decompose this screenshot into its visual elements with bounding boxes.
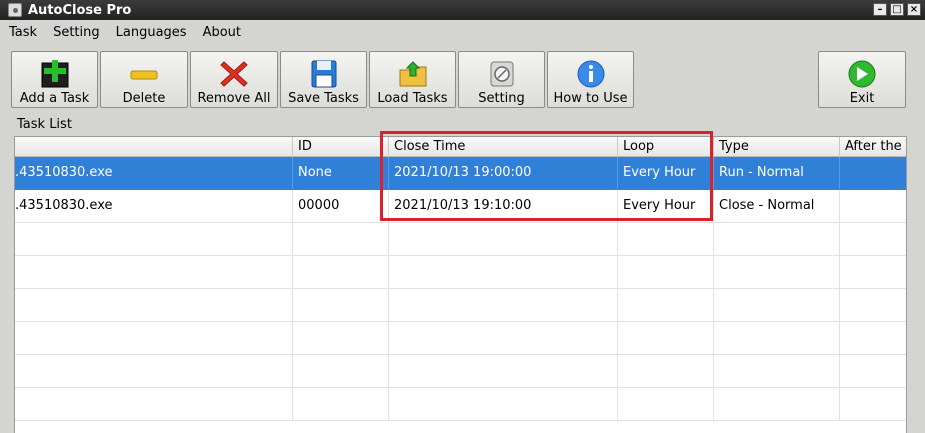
exit-label: Exit bbox=[849, 91, 875, 106]
column-header-loop[interactable]: Loop bbox=[618, 137, 714, 157]
menu-languages[interactable]: Languages bbox=[107, 25, 194, 40]
column-header-after[interactable]: After the T bbox=[840, 137, 906, 157]
menu-task[interactable]: Task bbox=[0, 25, 44, 40]
task-name-cell: .43510830.exe bbox=[15, 190, 293, 222]
add-task-button[interactable]: Add a Task bbox=[11, 51, 98, 108]
load-tasks-button[interactable]: Load Tasks bbox=[369, 51, 456, 108]
remove-all-icon bbox=[220, 61, 248, 87]
table-header: ID Close Time Loop Type After the T bbox=[15, 137, 906, 157]
maximize-icon[interactable]: □ bbox=[890, 3, 904, 16]
setting-button[interactable]: Setting bbox=[458, 51, 545, 108]
app-icon bbox=[8, 3, 22, 17]
close-time-cell: 2021/10/13 19:00:00 bbox=[389, 157, 618, 189]
column-header-id[interactable]: ID bbox=[293, 137, 389, 157]
type-cell: Run - Normal bbox=[714, 157, 840, 189]
empty-row bbox=[15, 289, 906, 322]
after-cell bbox=[840, 190, 906, 222]
task-list-label: Task List bbox=[17, 117, 72, 132]
window-controls: – □ × bbox=[873, 3, 921, 16]
how-to-use-label: How to Use bbox=[553, 91, 628, 106]
column-header-type[interactable]: Type bbox=[714, 137, 840, 157]
remove-all-button[interactable]: Remove All bbox=[190, 51, 278, 108]
menu-about[interactable]: About bbox=[194, 25, 248, 40]
toolbar: Add a Task Delete Remove All Save Tasks … bbox=[0, 50, 925, 112]
task-id-cell: None bbox=[293, 157, 389, 189]
load-tasks-label: Load Tasks bbox=[377, 91, 448, 106]
loop-cell: Every Hour bbox=[618, 190, 714, 222]
empty-row bbox=[15, 388, 906, 421]
task-list-table: ID Close Time Loop Type After the T .435… bbox=[14, 136, 907, 433]
table-row[interactable]: .43510830.exe 00000 2021/10/13 19:10:00 … bbox=[15, 190, 906, 223]
empty-row bbox=[15, 322, 906, 355]
empty-row bbox=[15, 223, 906, 256]
menu-bar: Task Setting Languages About bbox=[0, 20, 925, 44]
delete-button[interactable]: Delete bbox=[100, 51, 188, 108]
delete-label: Delete bbox=[122, 91, 166, 106]
empty-row bbox=[15, 256, 906, 289]
task-name-cell: .43510830.exe bbox=[15, 157, 293, 189]
setting-icon bbox=[490, 61, 513, 87]
close-time-cell: 2021/10/13 19:10:00 bbox=[389, 190, 618, 222]
column-header-name[interactable] bbox=[15, 137, 293, 157]
load-tasks-icon bbox=[399, 61, 426, 87]
title-bar: AutoClose Pro – □ × bbox=[0, 0, 925, 20]
save-tasks-label: Save Tasks bbox=[288, 91, 359, 106]
add-task-icon bbox=[41, 60, 68, 88]
add-task-label: Add a Task bbox=[19, 91, 90, 106]
table-row[interactable]: .43510830.exe None 2021/10/13 19:00:00 E… bbox=[15, 157, 906, 190]
loop-cell: Every Hour bbox=[618, 157, 714, 189]
window-title: AutoClose Pro bbox=[28, 2, 132, 18]
close-icon[interactable]: × bbox=[907, 3, 921, 16]
exit-icon bbox=[848, 60, 876, 88]
type-cell: Close - Normal bbox=[714, 190, 840, 222]
info-icon bbox=[577, 60, 604, 88]
column-header-close-time[interactable]: Close Time bbox=[389, 137, 618, 157]
save-tasks-icon bbox=[311, 60, 336, 88]
exit-button[interactable]: Exit bbox=[818, 51, 906, 108]
remove-all-label: Remove All bbox=[197, 91, 271, 106]
delete-icon bbox=[130, 70, 158, 80]
after-cell bbox=[840, 157, 906, 189]
setting-label: Setting bbox=[478, 91, 525, 106]
save-tasks-button[interactable]: Save Tasks bbox=[280, 51, 367, 108]
empty-row bbox=[15, 355, 906, 388]
task-id-cell: 00000 bbox=[293, 190, 389, 222]
how-to-use-button[interactable]: How to Use bbox=[547, 51, 634, 108]
minimize-icon[interactable]: – bbox=[873, 3, 887, 16]
menu-setting[interactable]: Setting bbox=[44, 25, 107, 40]
